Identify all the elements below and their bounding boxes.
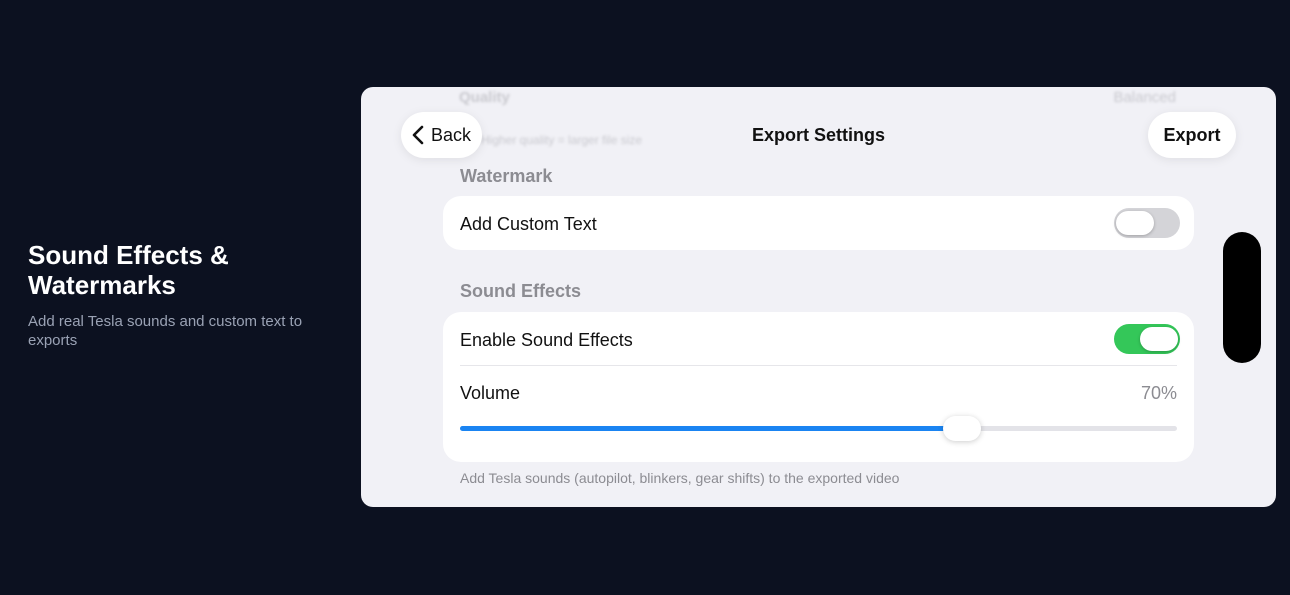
custom-text-label: Add Custom Text bbox=[460, 214, 597, 234]
quality-value: Balanced bbox=[1113, 89, 1176, 106]
side-handle bbox=[1223, 232, 1261, 363]
enable-sound-label: Enable Sound Effects bbox=[460, 330, 633, 350]
volume-slider-fill bbox=[460, 426, 962, 431]
device-screen: Quality Balanced Higher quality = larger… bbox=[361, 87, 1276, 507]
custom-text-toggle[interactable] bbox=[1114, 208, 1180, 238]
sound-effects-footnote: Add Tesla sounds (autopilot, blinkers, g… bbox=[460, 470, 900, 486]
promo-title: Sound Effects & Watermarks bbox=[28, 240, 229, 300]
toggle-knob bbox=[1140, 327, 1178, 351]
export-button[interactable]: Export bbox=[1148, 112, 1236, 158]
volume-value: 70% bbox=[1140, 383, 1177, 403]
promo-subtitle: Add real Tesla sounds and custom text to… bbox=[28, 313, 303, 349]
volume-slider[interactable] bbox=[460, 416, 1177, 441]
page-title: Export Settings bbox=[751, 125, 885, 145]
watermark-section-label: Watermark bbox=[460, 166, 553, 186]
sound-effects-section-label: Sound Effects bbox=[460, 281, 582, 301]
watermark-card: Add Custom Text bbox=[443, 196, 1194, 250]
enable-sound-toggle[interactable] bbox=[1114, 324, 1180, 354]
volume-slider-thumb[interactable] bbox=[942, 416, 981, 441]
volume-label: Volume bbox=[460, 383, 521, 403]
toggle-knob bbox=[1116, 211, 1154, 235]
sound-effects-card: Enable Sound Effects Volume 70% bbox=[443, 312, 1194, 462]
promo-panel: Sound Effects & Watermarks Add real Tesl… bbox=[28, 240, 328, 350]
quality-label: Quality bbox=[459, 89, 510, 106]
row-divider bbox=[460, 365, 1177, 366]
